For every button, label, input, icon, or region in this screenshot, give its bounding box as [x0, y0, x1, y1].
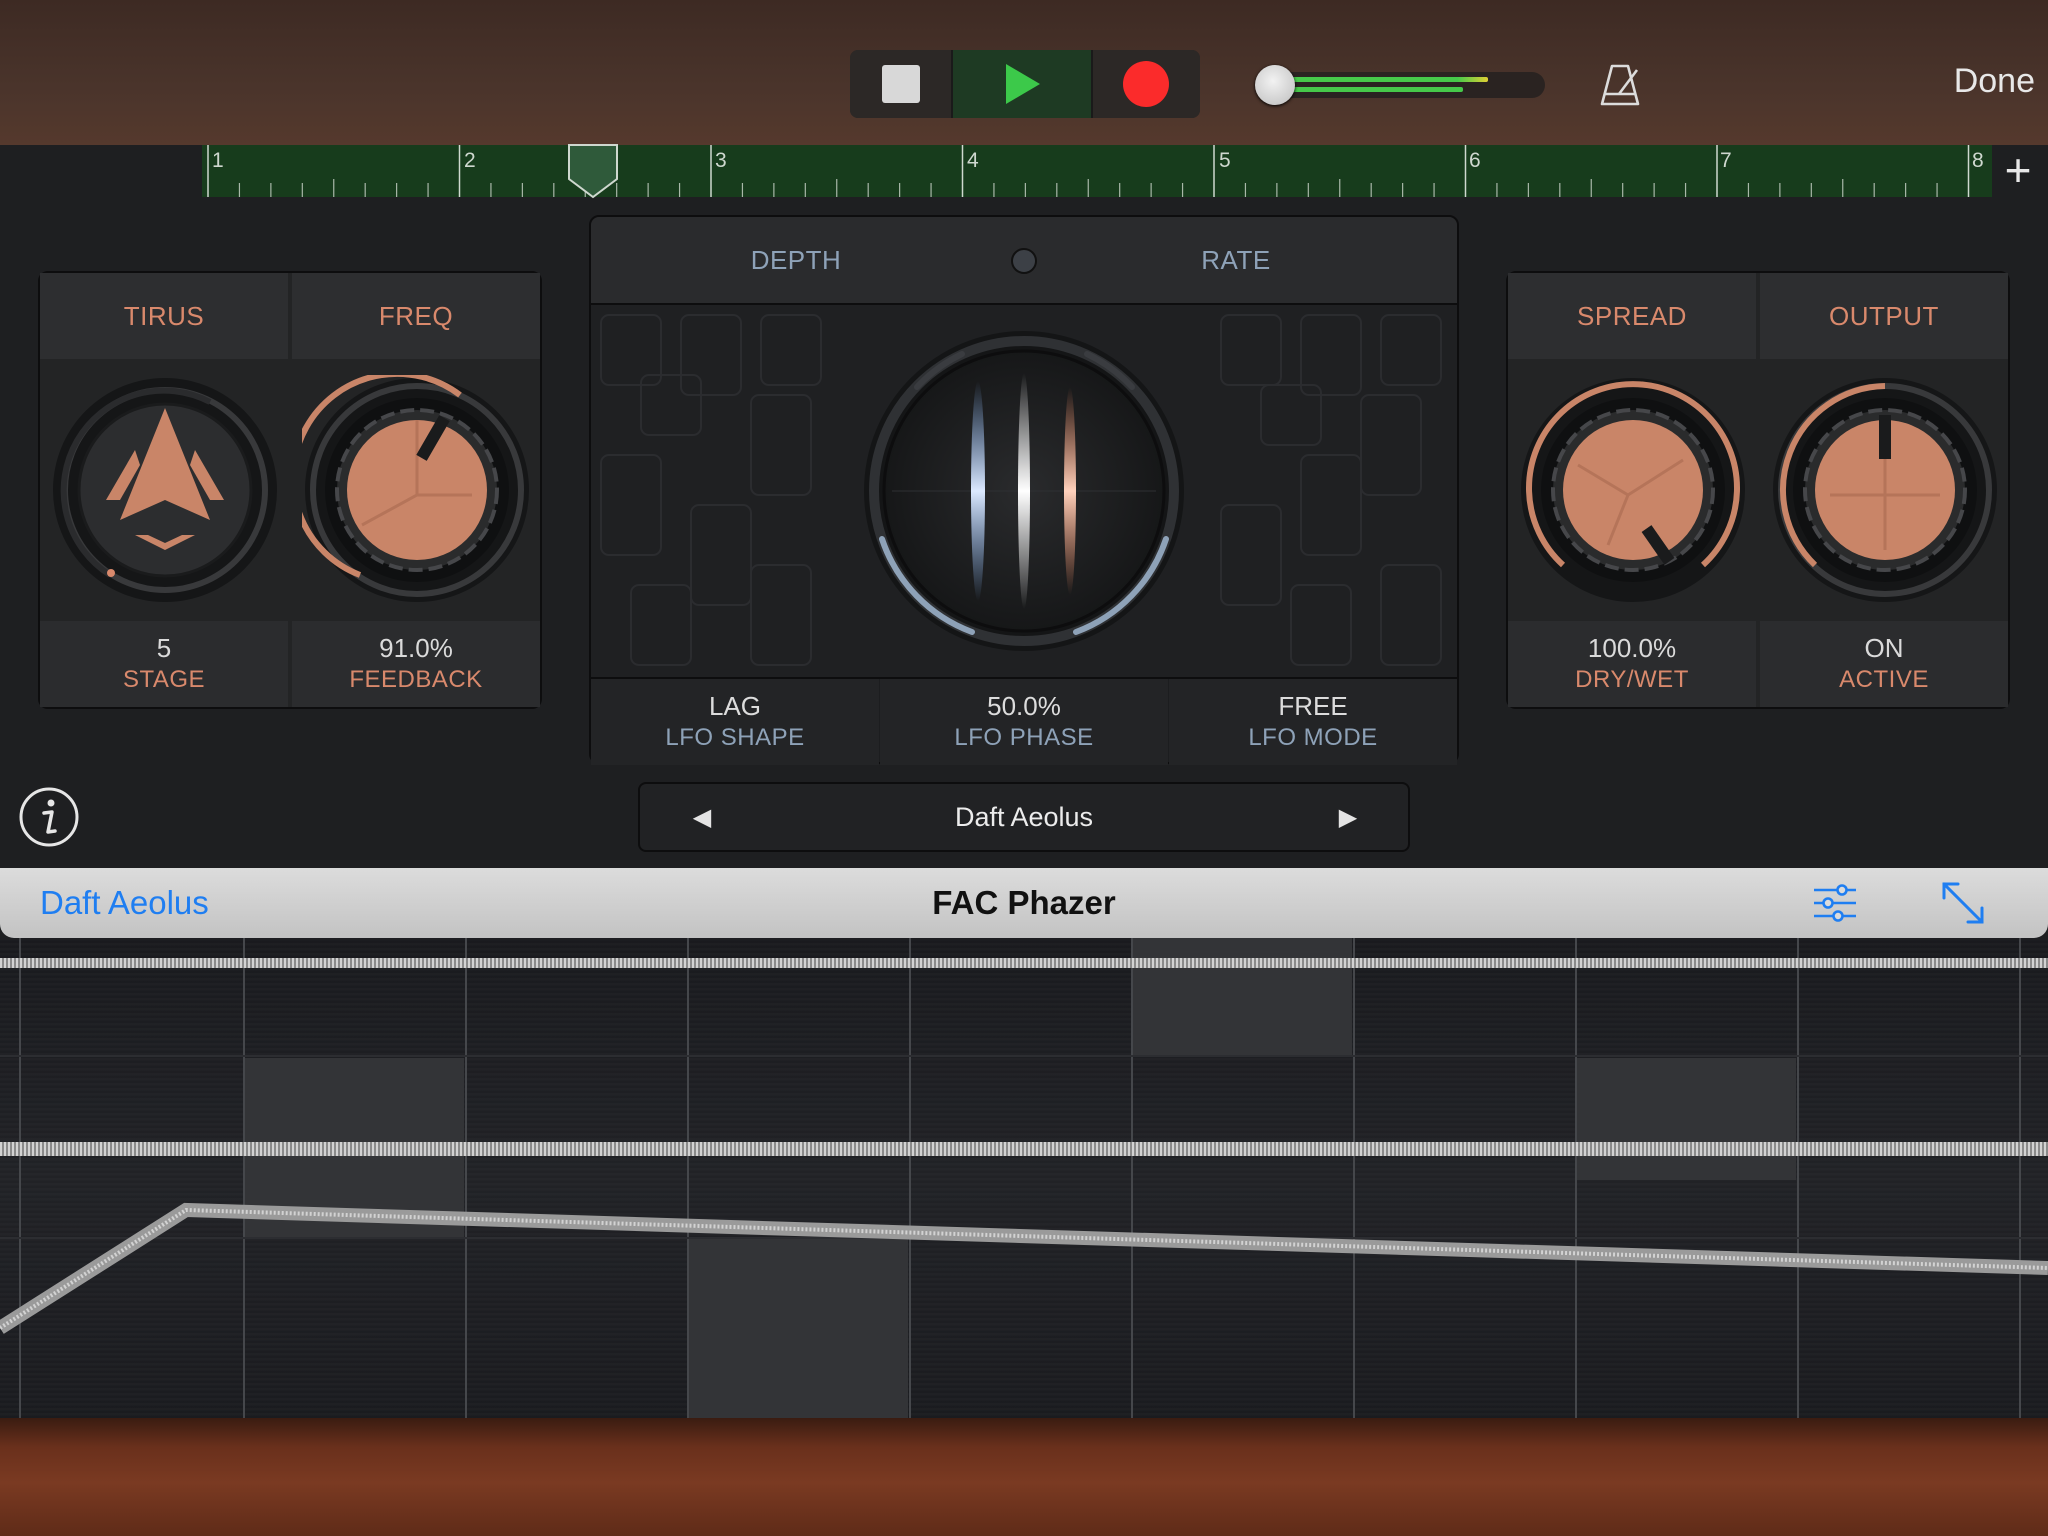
- done-button[interactable]: Done: [1920, 62, 2035, 101]
- level-meter-right: [1285, 87, 1463, 92]
- tirus-knob[interactable]: [50, 375, 280, 605]
- stage-control[interactable]: 5 STAGE: [40, 621, 288, 707]
- plugin-title-bar: FAC Phazer Daft Aeolus: [0, 868, 2048, 938]
- lfo-indicator-led: [1011, 248, 1037, 274]
- lfo-shape-label: LFO SHAPE: [665, 724, 805, 751]
- record-icon: [1123, 61, 1170, 107]
- dry-wet-control[interactable]: 100.0% DRY/WET: [1508, 621, 1756, 707]
- stop-button[interactable]: [850, 50, 952, 118]
- plugin-preset-link[interactable]: Daft Aeolus: [40, 884, 209, 922]
- rate-header[interactable]: RATE: [1101, 217, 1371, 303]
- lfo-wave-left: [971, 381, 985, 601]
- lfo-phase-control[interactable]: 50.0% LFO PHASE: [880, 679, 1168, 765]
- feedback-control[interactable]: 91.0% FEEDBACK: [292, 621, 540, 707]
- timeline-ruler[interactable]: [202, 145, 1992, 197]
- lfo-phase-value: 50.0%: [987, 691, 1061, 721]
- active-control[interactable]: ON ACTIVE: [1760, 621, 2008, 707]
- spread-knob[interactable]: [1518, 375, 1748, 605]
- string[interactable]: [0, 958, 2048, 968]
- active-label: ACTIVE: [1839, 666, 1929, 693]
- record-button[interactable]: [1092, 50, 1200, 118]
- controls-settings-icon[interactable]: [1812, 882, 1858, 924]
- lfo-shape-value: LAG: [708, 691, 762, 721]
- next-preset-button[interactable]: ▶: [1328, 800, 1368, 836]
- lfo-wave-center: [1018, 373, 1030, 609]
- tirus-header[interactable]: TIRUS: [40, 273, 288, 359]
- master-volume-slider[interactable]: [1255, 72, 1545, 98]
- stage-value: 5: [156, 633, 172, 663]
- volume-slider-handle[interactable]: [1255, 65, 1295, 105]
- freq-knob[interactable]: [302, 375, 532, 605]
- play-icon: [1006, 64, 1040, 104]
- plugin-title: FAC Phazer: [932, 884, 1116, 921]
- active-value: ON: [1864, 633, 1904, 663]
- lfo-mode-value: FREE: [1278, 691, 1348, 721]
- string[interactable]: [0, 1142, 2048, 1156]
- dry-wet-label: DRY/WET: [1575, 666, 1689, 693]
- add-section-button[interactable]: +: [1996, 147, 2040, 193]
- dry-wet-value: 100.0%: [1587, 633, 1677, 663]
- transport-controls: [850, 50, 1200, 118]
- lfo-panel: DEPTH RATE LAG LFO SHAPE 50.0% LFO PHASE…: [589, 215, 1459, 765]
- lfo-mode-control[interactable]: FREE LFO MODE: [1169, 679, 1457, 765]
- guitar-body-wood: [0, 1418, 2048, 1536]
- metronome-icon[interactable]: [1595, 60, 1645, 110]
- feedback-label: FEEDBACK: [349, 666, 483, 693]
- guitar-fretboard[interactable]: [0, 938, 2048, 1418]
- preset-selector: ◀ Daft Aeolus ▶: [638, 782, 1410, 852]
- stage-label: STAGE: [122, 666, 206, 693]
- lfo-phase-label: LFO PHASE: [954, 724, 1094, 751]
- depth-header[interactable]: DEPTH: [661, 217, 931, 303]
- right-controls-panel: SPREAD OUTPUT 100.0% DRY/WET ON ACTIVE: [1506, 271, 2010, 709]
- expand-icon[interactable]: [1940, 880, 1986, 926]
- output-knob[interactable]: [1770, 375, 2000, 605]
- spread-header[interactable]: SPREAD: [1508, 273, 1756, 359]
- play-button[interactable]: [951, 50, 1093, 118]
- playhead-marker[interactable]: [566, 143, 620, 199]
- freq-header[interactable]: FREQ: [292, 273, 540, 359]
- preset-name[interactable]: Daft Aeolus: [640, 802, 1408, 833]
- output-header[interactable]: OUTPUT: [1760, 273, 2008, 359]
- lfo-wave-right: [1064, 387, 1076, 595]
- lfo-dial[interactable]: [862, 329, 1186, 653]
- lfo-mode-label: LFO MODE: [1248, 724, 1378, 751]
- stop-icon: [881, 65, 920, 103]
- info-icon[interactable]: [18, 786, 80, 848]
- level-meter-left: [1285, 77, 1488, 82]
- feedback-value: 91.0%: [379, 633, 453, 663]
- lfo-shape-control[interactable]: LAG LFO SHAPE: [591, 679, 879, 765]
- left-controls-panel: TIRUS FREQ 5 STAGE 91.0% FEEDBACK: [38, 271, 542, 709]
- ruler-ticks: [207, 145, 1970, 197]
